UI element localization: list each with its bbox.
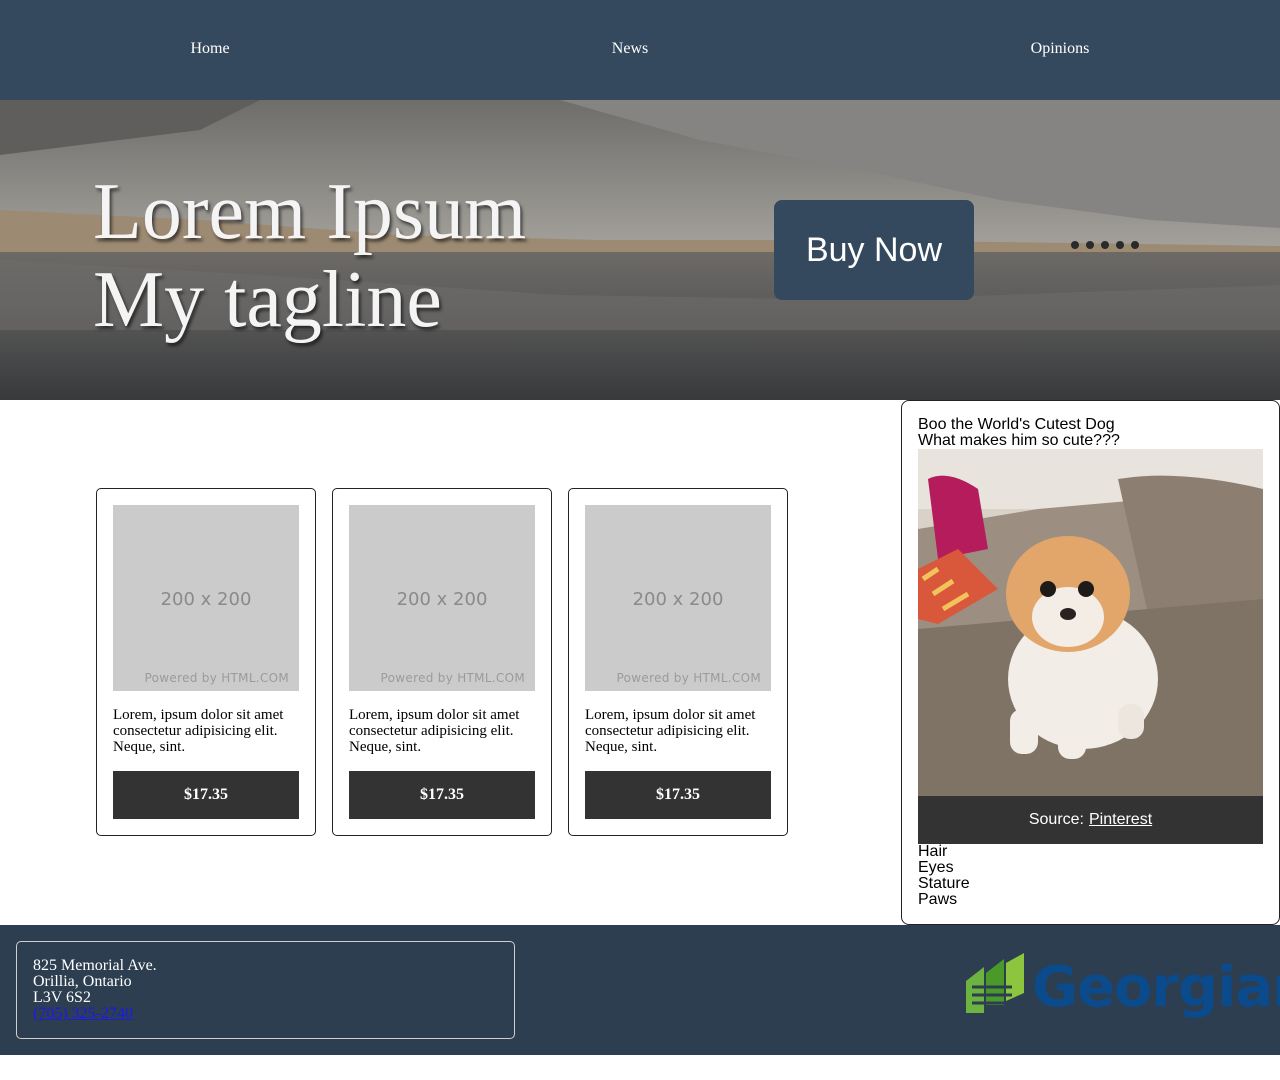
logo-wordmark: Georgian	[1032, 955, 1280, 1020]
price-button[interactable]: $17.35	[349, 771, 535, 819]
placeholder-credit: Powered by HTML.COM	[616, 671, 761, 685]
trait-item: Paws	[918, 891, 958, 908]
aside-subtitle: What makes him so cute???	[918, 432, 1120, 449]
product-card: 200 x 200 Powered by HTML.COM Lorem, ips…	[96, 488, 316, 836]
buy-now-button[interactable]: Buy Now	[774, 200, 974, 300]
placeholder-credit: Powered by HTML.COM	[144, 671, 289, 685]
nav-link-news[interactable]: News	[612, 40, 648, 58]
product-description: Lorem, ipsum dolor sit amet consectetur …	[113, 707, 284, 755]
placeholder-size-label: 200 x 200	[396, 589, 488, 610]
price-button[interactable]: $17.35	[585, 771, 771, 819]
hero-title: Lorem Ipsum	[93, 168, 527, 256]
product-description: Lorem, ipsum dolor sit amet consectetur …	[349, 707, 520, 755]
aside-title: Boo the World's Cutest Dog	[918, 416, 1115, 433]
nav-link-home[interactable]: Home	[190, 40, 229, 58]
hero-heading: Lorem Ipsum My tagline	[93, 168, 526, 344]
phone-link[interactable]: (705) 325-2740	[33, 1006, 498, 1022]
placeholder-size-label: 200 x 200	[632, 589, 724, 610]
dog-photo	[918, 449, 1263, 796]
page-footer: 825 Memorial Ave. Orillia, Ontario L3V 6…	[0, 925, 1280, 1055]
top-nav: Home News Opinions	[0, 0, 1280, 100]
logo-mark-icon	[966, 953, 1024, 1013]
hero-banner: Lorem Ipsum My tagline Buy Now	[0, 100, 1280, 400]
nav-link-opinions[interactable]: Opinions	[1031, 40, 1090, 58]
caption-prefix: Source:	[1028, 811, 1084, 828]
product-card: 200 x 200 Powered by HTML.COM Lorem, ips…	[332, 488, 552, 836]
placeholder-credit: Powered by HTML.COM	[380, 671, 525, 685]
price-button[interactable]: $17.35	[113, 771, 299, 819]
georgian-logo: Georgian	[964, 947, 1280, 1031]
address-street: 825 Memorial Ave.	[33, 957, 157, 974]
photo-caption: Source: Pinterest	[918, 796, 1263, 844]
trait-item: Hair	[918, 843, 948, 860]
product-description: Lorem, ipsum dolor sit amet consectetur …	[585, 707, 756, 755]
pinterest-link[interactable]: Pinterest	[1089, 811, 1152, 829]
product-image-placeholder: 200 x 200 Powered by HTML.COM	[349, 505, 535, 691]
address-postal: L3V 6S2	[33, 989, 91, 1006]
trait-item: Eyes	[918, 859, 954, 876]
placeholder-size-label: 200 x 200	[160, 589, 252, 610]
product-card: 200 x 200 Powered by HTML.COM Lorem, ips…	[568, 488, 788, 836]
address-box: 825 Memorial Ave. Orillia, Ontario L3V 6…	[16, 941, 515, 1039]
product-image-placeholder: 200 x 200 Powered by HTML.COM	[585, 505, 771, 691]
hero-tagline: My tagline	[93, 256, 442, 344]
trait-item: Stature	[918, 875, 970, 892]
featured-dog-panel: Boo the World's Cutest Dog What makes hi…	[901, 400, 1280, 925]
product-image-placeholder: 200 x 200 Powered by HTML.COM	[113, 505, 299, 691]
address-city: Orillia, Ontario	[33, 973, 132, 990]
